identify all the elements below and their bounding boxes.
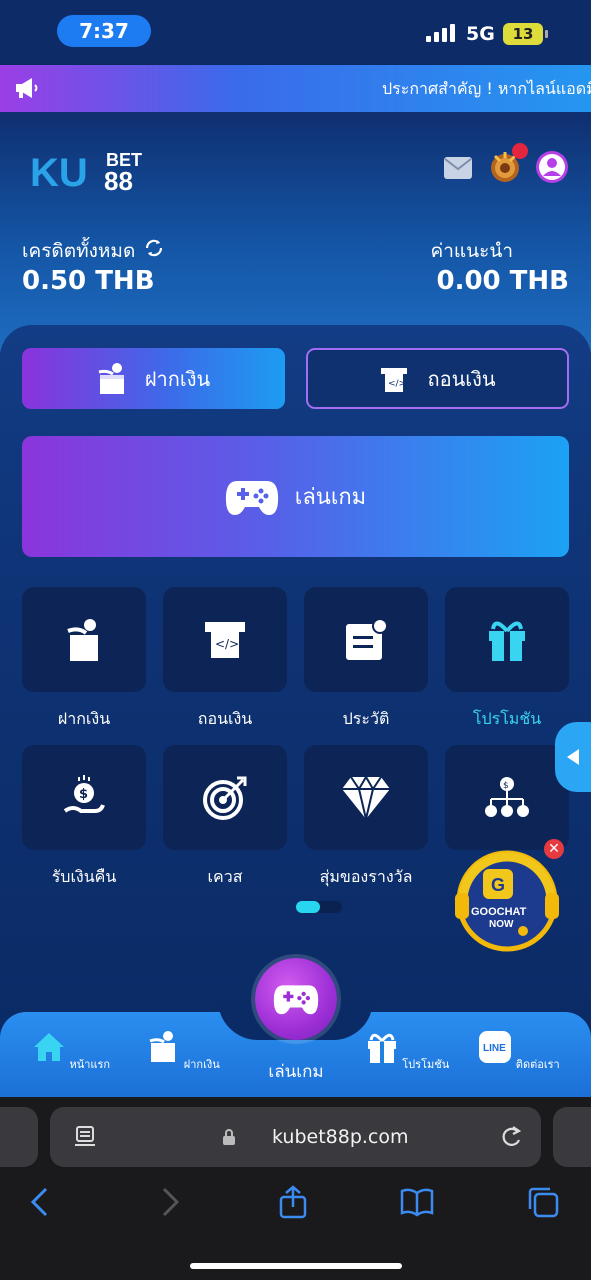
bookmarks-icon[interactable] xyxy=(400,1185,434,1219)
megaphone-icon xyxy=(16,78,38,98)
goochat-line2: NOW xyxy=(489,919,514,930)
close-icon[interactable]: ✕ xyxy=(544,839,564,859)
forward-icon[interactable] xyxy=(152,1185,186,1219)
diamond-icon xyxy=(342,774,390,819)
menu-tile-history[interactable] xyxy=(304,587,428,692)
svg-text:$: $ xyxy=(503,781,509,791)
logo-ku-text: KU xyxy=(30,151,88,194)
nav-contact[interactable]: LINE ติดต่อเรา xyxy=(474,1030,564,1073)
lock-icon xyxy=(223,1129,235,1145)
notification-dot xyxy=(512,143,528,159)
reload-icon[interactable] xyxy=(498,1123,524,1149)
gift-icon xyxy=(367,1033,396,1063)
menu-tile-promotion[interactable] xyxy=(445,587,569,692)
referral-label: ค่าแนะนำ xyxy=(430,240,513,262)
menu-label-promotion: โปรโมชัน xyxy=(472,709,542,728)
gamepad-icon xyxy=(273,985,319,1015)
home-icon xyxy=(33,1033,64,1061)
next-tab[interactable] xyxy=(553,1107,591,1167)
line-badge-text: LINE xyxy=(483,1043,506,1054)
line-icon: LINE xyxy=(479,1031,512,1063)
nav-play-label: เล่นเกม xyxy=(268,1062,324,1082)
announcement-bar[interactable]: ประกาศสำคัญ ! หากไลน์แอดมิ xyxy=(0,65,591,112)
logo-88-text: 88 xyxy=(104,166,133,194)
nav-deposit[interactable]: ฝากเงิน xyxy=(138,1030,228,1073)
url-text: kubet88p.com xyxy=(272,1126,409,1148)
gift-icon xyxy=(489,621,525,661)
mail-icon[interactable] xyxy=(444,157,472,179)
share-icon[interactable] xyxy=(276,1185,310,1219)
browser-chrome: kubet88p.com xyxy=(0,1097,591,1280)
menu-label-cashback: รับเงินคืน xyxy=(51,867,117,886)
gamepad-icon xyxy=(225,480,278,515)
reader-mode-icon[interactable] xyxy=(74,1125,96,1149)
svg-text:</>: </> xyxy=(215,637,239,651)
deposit-button-label: ฝากเงิน xyxy=(144,366,211,391)
withdraw-button-label: ถอนเงิน xyxy=(427,366,496,391)
nav-home[interactable]: หน้าแรก xyxy=(26,1030,116,1073)
history-icon xyxy=(346,617,388,660)
referral-tree-icon: $ xyxy=(485,776,529,817)
deposit-icon xyxy=(67,618,98,661)
refresh-icon[interactable] xyxy=(143,237,165,259)
kubet88-logo: KU BET 88 xyxy=(30,150,142,194)
nav-deposit-label: ฝากเงิน xyxy=(183,1058,220,1071)
tabs-icon[interactable] xyxy=(526,1185,560,1219)
page-indicator-active xyxy=(296,901,320,913)
home-indicator xyxy=(190,1263,402,1269)
referral-value: 0.00 THB xyxy=(436,266,569,296)
menu-label-quest: เควส xyxy=(207,867,243,886)
signal-icon xyxy=(426,24,455,42)
announcement-text: ประกาศสำคัญ ! หากไลน์แอดมิ xyxy=(382,79,591,98)
goochat-line1: GOOCHAT xyxy=(471,906,527,918)
user-profile-icon[interactable] xyxy=(535,150,569,184)
menu-label-lucky-draw: สุ่มของรางวัล xyxy=(319,867,413,886)
svg-text:</>: </> xyxy=(388,379,406,389)
battery-icon: 13 xyxy=(503,23,548,45)
svg-text:$: $ xyxy=(79,787,88,802)
nav-contact-label: ติดต่อเรา xyxy=(515,1058,560,1071)
menu-tile-deposit[interactable] xyxy=(22,587,146,692)
nav-promotion-label: โปรโมชัน xyxy=(402,1058,450,1071)
page-indicator[interactable] xyxy=(296,901,342,913)
menu-tile-lucky-draw[interactable] xyxy=(304,745,428,850)
withdraw-icon: </> xyxy=(205,621,245,658)
menu-label-deposit: ฝากเงิน xyxy=(57,709,111,728)
menu-tile-withdraw[interactable]: </> xyxy=(163,587,287,692)
status-bar: 7:37 5G 13 xyxy=(0,0,591,64)
back-icon[interactable] xyxy=(24,1185,58,1219)
battery-level: 13 xyxy=(512,25,534,43)
menu-tile-referral[interactable]: $ xyxy=(445,745,569,850)
deposit-icon xyxy=(98,362,124,394)
status-time[interactable]: 7:37 xyxy=(57,15,151,47)
credit-value: 0.50 THB xyxy=(22,266,155,296)
goochat-widget[interactable]: G GOOCHAT NOW xyxy=(451,843,563,955)
play-game-button[interactable]: เล่นเกม xyxy=(22,436,569,557)
menu-label-history: ประวัติ xyxy=(342,709,390,728)
nav-play-button[interactable] xyxy=(255,958,337,1040)
previous-tab[interactable] xyxy=(0,1107,38,1167)
credit-label: เครดิตทั้งหมด xyxy=(22,240,136,262)
play-game-label: เล่นเกม xyxy=(294,485,367,510)
nav-promotion[interactable]: โปรโมชัน xyxy=(362,1030,452,1073)
svg-text:G: G xyxy=(491,875,505,895)
deposit-button[interactable]: ฝากเงิน xyxy=(22,348,285,409)
target-icon xyxy=(203,776,247,820)
menu-tile-quest[interactable] xyxy=(163,745,287,850)
withdraw-icon: </> xyxy=(381,367,408,392)
menu-label-withdraw: ถอนเงิน xyxy=(197,709,253,728)
menu-tile-cashback[interactable]: $ xyxy=(22,745,146,850)
withdraw-button[interactable]: </> ถอนเงิน xyxy=(306,348,569,409)
address-bar[interactable]: kubet88p.com xyxy=(50,1107,541,1167)
nav-home-label: หน้าแรก xyxy=(69,1058,111,1071)
side-drawer-toggle[interactable] xyxy=(555,722,591,792)
cashback-icon: $ xyxy=(63,774,105,813)
account-header: KU BET 88 เครดิตทั้งหมด 0.50 THB ค่าแนะน… xyxy=(0,112,591,352)
network-type: 5G xyxy=(466,23,495,45)
deposit-icon xyxy=(149,1031,176,1062)
